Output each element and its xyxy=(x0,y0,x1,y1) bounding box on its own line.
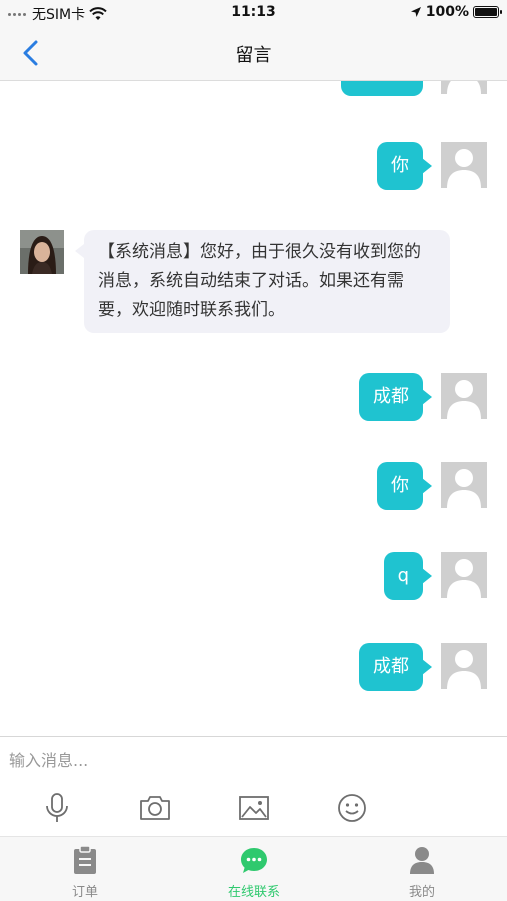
agent-photo-icon xyxy=(20,230,64,274)
status-right: 100% xyxy=(410,4,502,20)
person-placeholder-icon xyxy=(447,380,481,419)
message-row: 哈哈哈 xyxy=(341,80,487,96)
person-placeholder-icon xyxy=(447,80,481,94)
message-bubble[interactable]: 哈哈哈 xyxy=(341,80,423,96)
user-avatar[interactable] xyxy=(441,80,487,94)
message-bubble[interactable]: 你 xyxy=(377,142,432,190)
person-placeholder-icon xyxy=(447,650,481,689)
person-icon xyxy=(410,847,434,874)
message-row: 你 xyxy=(377,462,487,510)
status-bar: 无SIM卡 11:13 100% xyxy=(0,0,507,26)
person-placeholder-icon xyxy=(447,469,481,508)
message-row: 成都 xyxy=(359,373,487,421)
image-icon xyxy=(239,796,269,820)
battery-icon xyxy=(473,6,502,18)
microphone-icon xyxy=(46,793,68,822)
message-row: 成都 xyxy=(359,643,487,691)
agent-avatar[interactable] xyxy=(20,230,64,274)
voice-button[interactable] xyxy=(40,791,74,825)
location-arrow-icon xyxy=(410,7,421,17)
battery-percent: 100% xyxy=(425,4,469,20)
tab-online-contact[interactable]: 在线联系 xyxy=(194,837,314,901)
nav-bar: 留言 xyxy=(0,26,507,81)
message-bubble[interactable]: 你 xyxy=(377,462,432,510)
user-avatar[interactable] xyxy=(441,373,487,419)
chat-area[interactable]: 哈哈哈 你 【系统消息】您好，由于很久没有收到您的消息，系统自动结束了对话。如果… xyxy=(0,80,507,736)
message-row: 你 xyxy=(377,142,487,190)
page-title: 留言 xyxy=(235,45,272,66)
tab-label: 在线联系 xyxy=(227,885,280,900)
user-avatar[interactable] xyxy=(441,552,487,598)
user-avatar[interactable] xyxy=(441,462,487,508)
message-bubble[interactable]: 【系统消息】您好，由于很久没有收到您的消息，系统自动结束了对话。如果还有需要，欢… xyxy=(75,230,450,333)
emoji-icon xyxy=(338,794,366,822)
image-button[interactable] xyxy=(237,791,271,825)
message-input[interactable] xyxy=(7,745,501,775)
message-row: q xyxy=(383,552,487,600)
battery-fill xyxy=(475,8,497,16)
chat-bubble-icon xyxy=(241,848,267,873)
tab-label: 我的 xyxy=(408,885,435,900)
tab-orders[interactable]: 订单 xyxy=(25,837,145,901)
user-avatar[interactable] xyxy=(441,142,487,188)
clipboard-icon xyxy=(74,845,96,874)
tab-bar: 订单 在线联系 我的 xyxy=(0,836,507,901)
camera-button[interactable] xyxy=(138,791,172,825)
input-area xyxy=(0,736,507,837)
emoji-button[interactable] xyxy=(335,791,369,825)
message-bubble[interactable]: 成都 xyxy=(359,643,432,691)
camera-icon xyxy=(140,796,170,820)
message-row: 【系统消息】您好，由于很久没有收到您的消息，系统自动结束了对话。如果还有需要，欢… xyxy=(20,230,450,333)
user-avatar[interactable] xyxy=(441,643,487,689)
message-bubble[interactable]: q xyxy=(383,552,433,600)
message-bubble[interactable]: 成都 xyxy=(359,373,432,421)
tab-label: 订单 xyxy=(71,885,98,900)
person-placeholder-icon xyxy=(447,149,481,188)
tab-profile[interactable]: 我的 xyxy=(362,837,482,901)
person-placeholder-icon xyxy=(447,559,481,598)
